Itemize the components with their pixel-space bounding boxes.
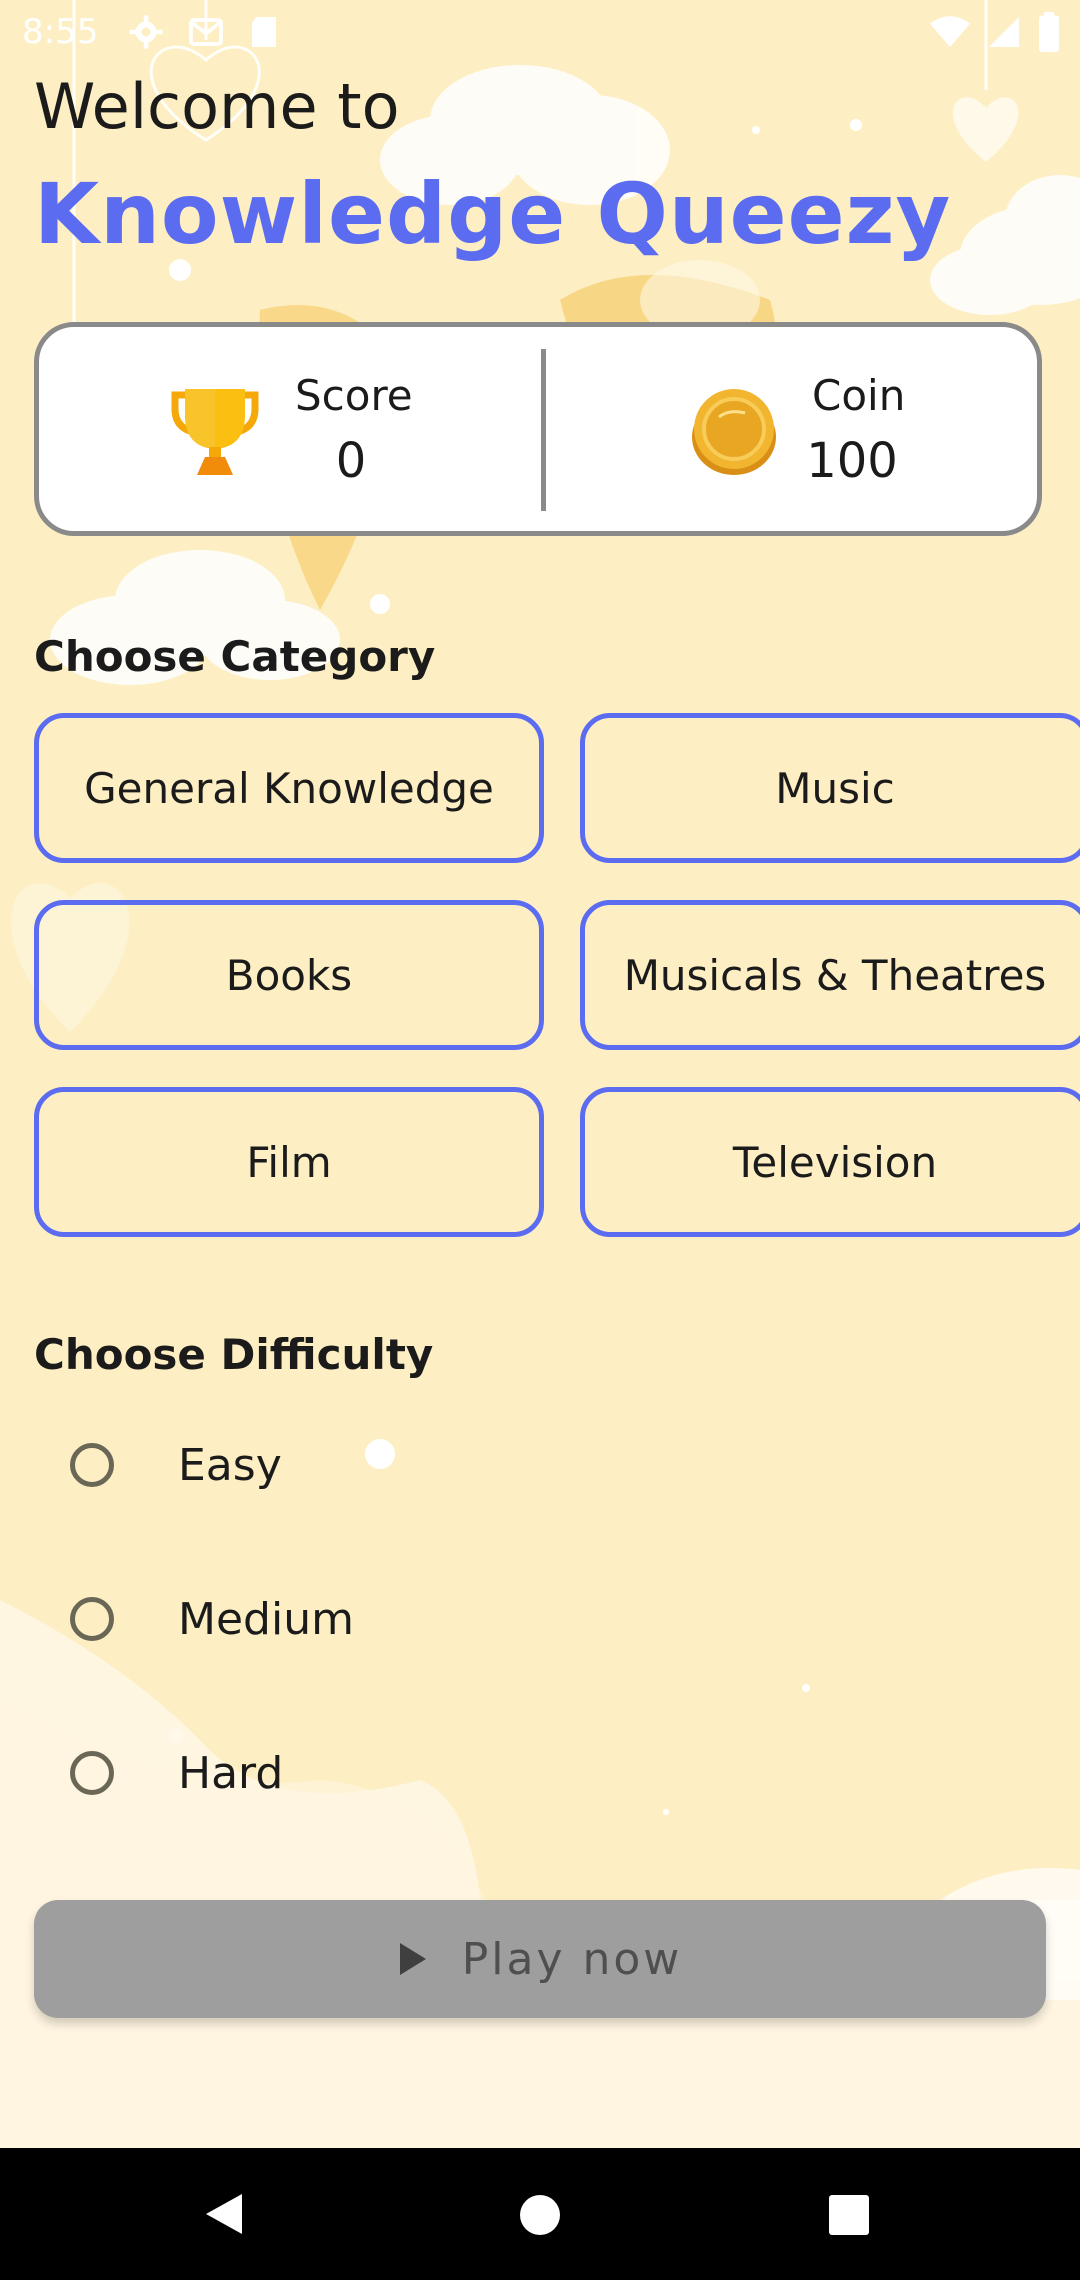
sd-card-icon xyxy=(252,17,276,47)
home-icon[interactable] xyxy=(519,2194,561,2236)
card-divider xyxy=(541,349,546,511)
radio-button[interactable] xyxy=(70,1597,114,1641)
difficulty-label: Medium xyxy=(178,1593,354,1645)
coin-icon xyxy=(692,389,776,475)
difficulty-label: Hard xyxy=(178,1747,284,1799)
score-value: 0 xyxy=(335,433,367,489)
signal-icon xyxy=(989,17,1019,47)
difficulty-option-medium[interactable]: Medium xyxy=(70,1579,354,1659)
coin-label: Coin xyxy=(812,371,906,420)
difficulty-option-easy[interactable]: Easy xyxy=(70,1425,282,1505)
gmail-icon xyxy=(189,18,223,46)
settings-icon xyxy=(129,15,163,49)
radio-button[interactable] xyxy=(70,1751,114,1795)
score-stat: Score 0 xyxy=(39,327,539,531)
play-now-button[interactable]: Play now xyxy=(34,1900,1046,2018)
difficulty-option-hard[interactable]: Hard xyxy=(70,1733,283,1813)
difficulty-title: Choose Difficulty xyxy=(34,1330,434,1379)
coin-value: 100 xyxy=(806,433,898,489)
radio-button[interactable] xyxy=(70,1443,114,1487)
score-card: Score 0 Coin 100 xyxy=(34,322,1042,536)
score-label: Score xyxy=(295,371,413,420)
play-now-label: Play now xyxy=(461,1933,683,1985)
category-books[interactable]: Books xyxy=(34,900,544,1050)
category-musicals-theatres[interactable]: Musicals & Theatres xyxy=(580,900,1080,1050)
app-title: Knowledge Queezy xyxy=(34,165,952,263)
category-general-knowledge[interactable]: General Knowledge xyxy=(34,713,544,863)
trophy-icon xyxy=(171,389,259,475)
wifi-icon xyxy=(930,16,970,47)
battery-icon xyxy=(1039,12,1059,52)
status-time: 8:55 xyxy=(22,12,99,52)
welcome-text: Welcome to xyxy=(34,70,400,143)
difficulty-label: Easy xyxy=(178,1439,282,1491)
category-television[interactable]: Television xyxy=(580,1087,1080,1237)
play-icon xyxy=(399,1943,426,1975)
system-navigation-bar xyxy=(0,2148,1080,2280)
status-bar: 8:55 xyxy=(0,0,1080,64)
category-music[interactable]: Music xyxy=(580,713,1080,863)
coin-stat: Coin 100 xyxy=(549,327,1047,531)
back-icon[interactable] xyxy=(204,2192,244,2236)
recents-icon[interactable] xyxy=(828,2194,870,2236)
category-title: Choose Category xyxy=(34,632,436,681)
category-film[interactable]: Film xyxy=(34,1087,544,1237)
